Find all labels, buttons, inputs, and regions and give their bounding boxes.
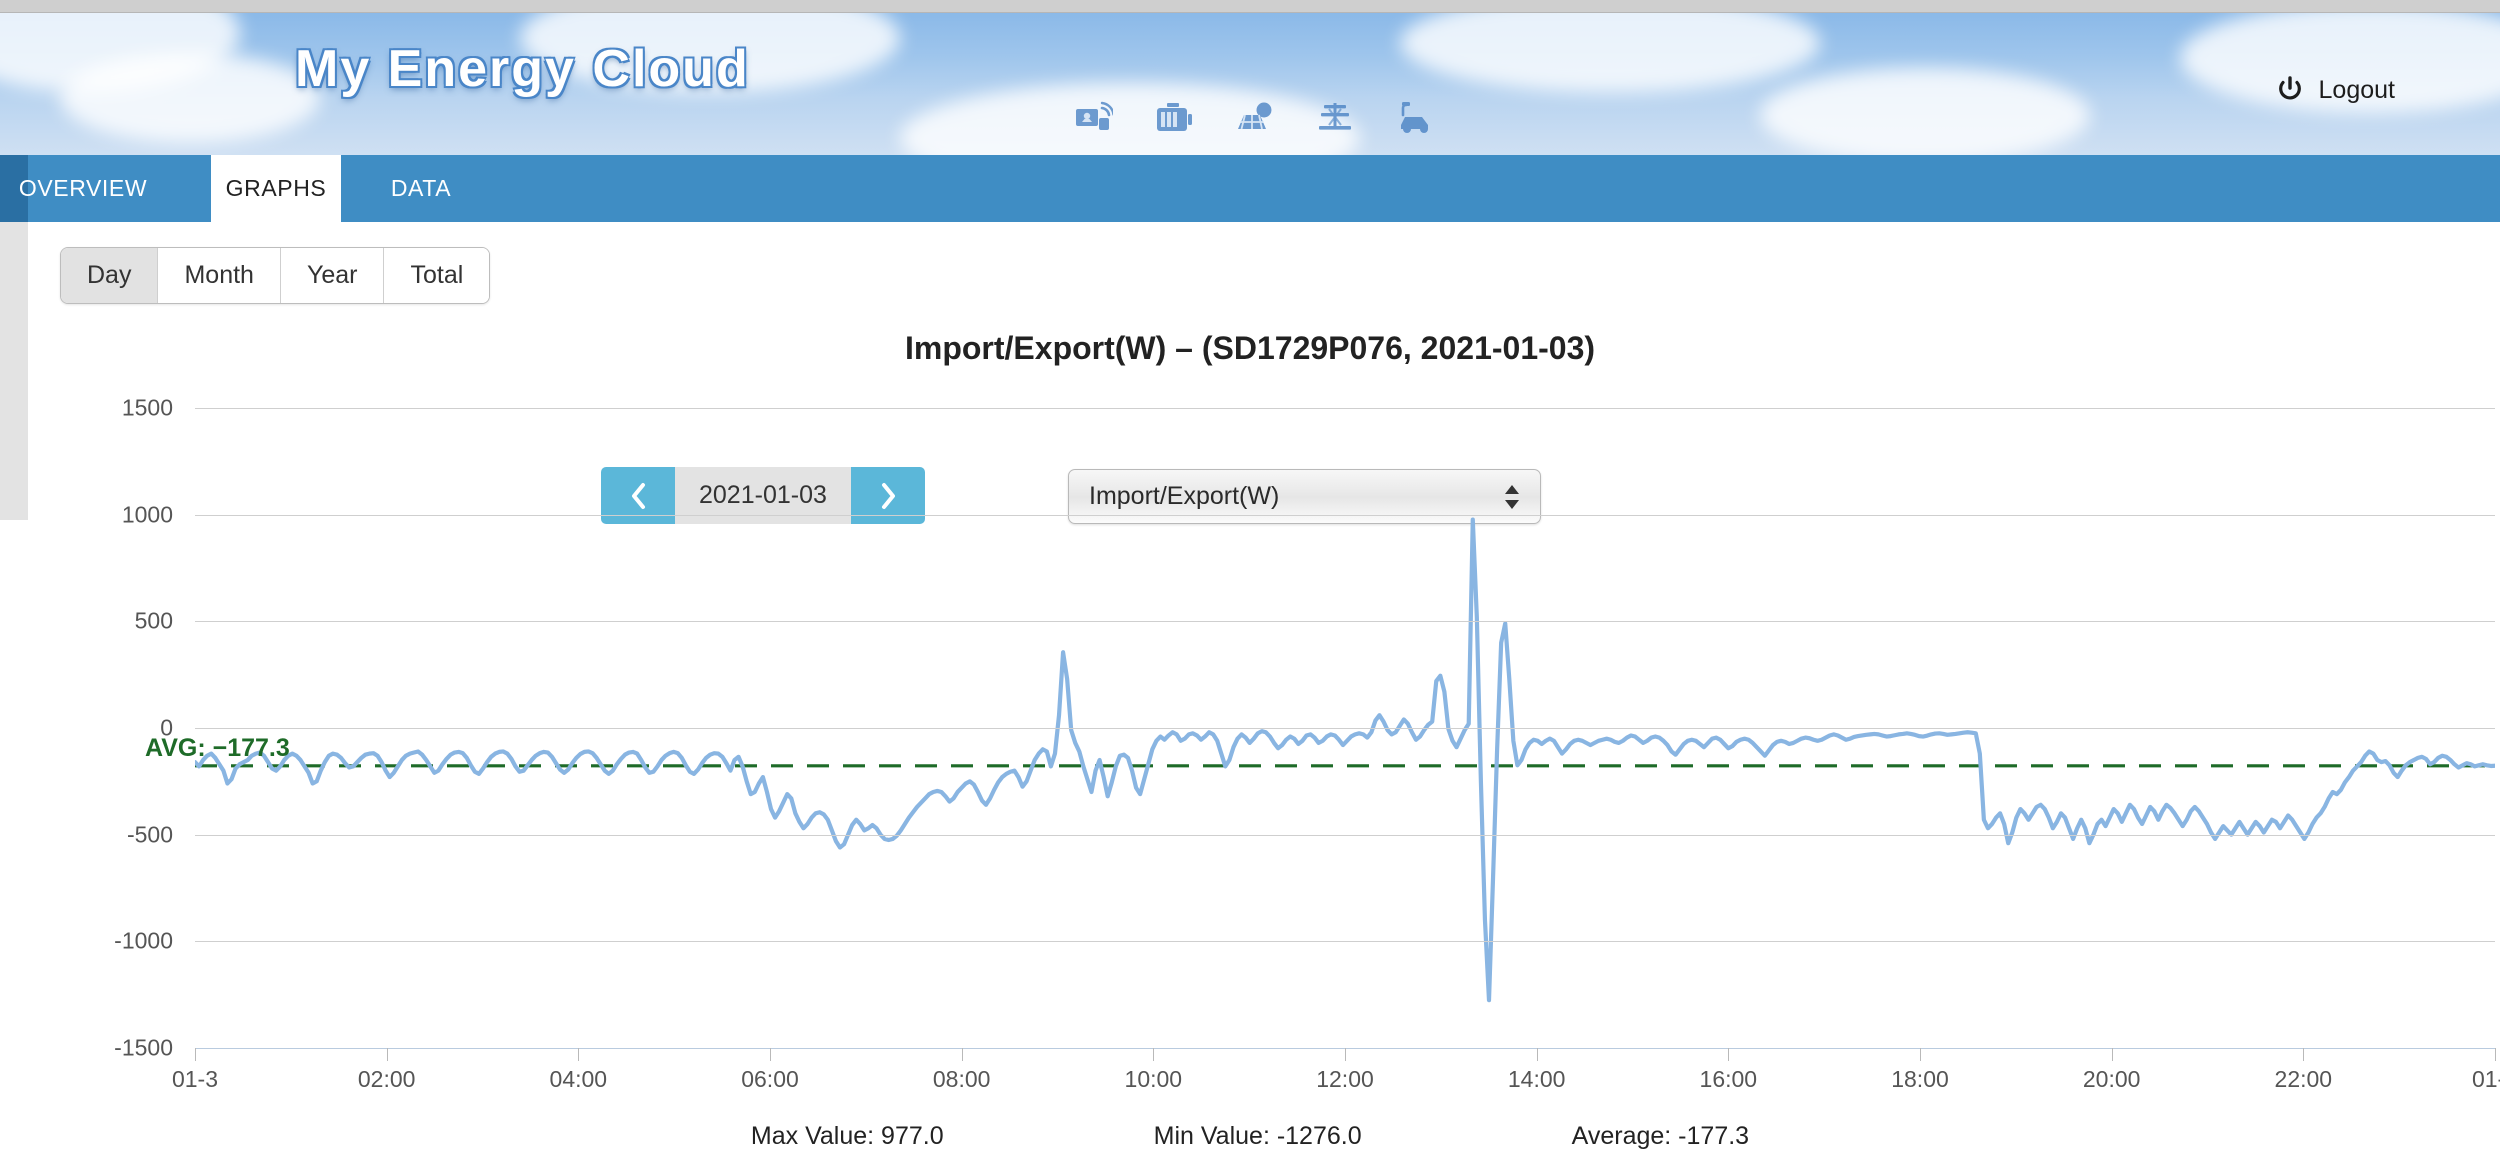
x-axis-tick	[1728, 1048, 1730, 1061]
logout-button[interactable]: Logout	[2275, 75, 2395, 105]
range-button-total-label: Total	[410, 261, 464, 289]
range-button-total[interactable]: Total	[384, 248, 490, 303]
stat-average-value: Average: -177.3	[1571, 1122, 1750, 1150]
y-axis-tick-label: -1000	[114, 927, 173, 954]
cloud-decor	[1760, 68, 2090, 155]
y-axis-tick-label: -1500	[114, 1034, 173, 1061]
x-axis-tick-label: 12:00	[1316, 1066, 1374, 1092]
cloud-decor	[60, 53, 320, 143]
x-axis-tick	[2495, 1048, 2496, 1061]
x-axis-tick-label: 02:00	[357, 1066, 416, 1092]
cloud-decor	[1400, 13, 1820, 93]
controls-bar: Day Month Year Total 2021-01-03 Import/E…	[0, 222, 2500, 524]
range-button-day-label: Day	[87, 261, 132, 289]
solar-panel-house-icon[interactable]	[1235, 101, 1275, 135]
x-axis-tick	[195, 1048, 196, 1061]
logout-label: Logout	[2318, 75, 2395, 104]
x-axis-tick-label: 06:00	[741, 1066, 799, 1092]
x-axis-tick-label: 01-3	[171, 1066, 219, 1092]
x-axis-tick-label: 20:00	[2082, 1066, 2141, 1092]
x-axis-tick	[2303, 1048, 2305, 1061]
chart-plot-area: 1500 1000 500 0 -500 -1000 -1500 01-3 02:00 04:0…	[114, 395, 2500, 1093]
range-button-year[interactable]: Year	[280, 248, 385, 303]
x-axis-tick	[770, 1048, 771, 1061]
chart-title: Import/Export(W) – (SD1729P076, 2021-01-…	[904, 330, 1596, 366]
app-brand-title: My Energy Cloud	[295, 40, 750, 98]
gridline	[195, 834, 2495, 836]
smart-meter-icon[interactable]	[1075, 101, 1113, 135]
os-top-strip	[0, 0, 2500, 13]
power-tower-icon[interactable]	[1317, 101, 1353, 135]
stat-max-value: Max Value: 977.0	[750, 1122, 944, 1150]
x-axis-tick	[961, 1048, 963, 1061]
x-axis-tick	[386, 1048, 388, 1061]
x-axis-tick	[1153, 1048, 1155, 1061]
chart-average-label: AVG: −177.3	[145, 733, 290, 762]
x-axis-tick	[1920, 1048, 1921, 1061]
x-axis-tick-label: 10:00	[1124, 1066, 1183, 1092]
gridline	[195, 728, 2495, 729]
x-axis-tick	[1345, 1048, 1346, 1061]
y-axis-tick-label: 1500	[121, 394, 173, 421]
gridline	[195, 941, 2495, 943]
stat-min-value: Min Value: -1276.0	[1153, 1122, 1362, 1150]
gridline	[195, 408, 2495, 409]
chart-stats-row: Max Value: 977.0 Min Value: -1276.0 Aver…	[0, 1122, 2500, 1151]
x-axis-tick-label: 14:00	[1507, 1066, 1566, 1092]
range-button-group: Day Month Year Total	[60, 247, 491, 304]
x-axis-tick-label: 16:00	[1699, 1066, 1758, 1092]
y-axis-tick-label: -500	[126, 821, 173, 848]
x-axis-tick	[2111, 1048, 2113, 1061]
y-axis-tick-label: 1000	[121, 501, 173, 528]
main-tab-bar: OVERVIEW GRAPHS DATA	[0, 155, 2500, 222]
range-button-year-label: Year	[306, 261, 358, 289]
x-axis-tick	[1536, 1048, 1538, 1061]
x-axis-tick-label: 22:00	[2274, 1066, 2333, 1092]
tab-data[interactable]: DATA	[381, 155, 461, 222]
battery-icon[interactable]	[1155, 101, 1193, 135]
header-icon-row	[1075, 101, 1435, 135]
tab-overview[interactable]: OVERVIEW	[19, 155, 147, 222]
x-axis-tick-label: 01-4	[2471, 1066, 2500, 1092]
x-axis-tick	[578, 1048, 580, 1061]
tab-data-label: DATA	[390, 175, 452, 201]
tab-graphs[interactable]: GRAPHS	[211, 155, 341, 222]
range-button-month-label: Month	[184, 261, 254, 289]
tab-overview-label: OVERVIEW	[18, 175, 148, 201]
gridline	[195, 514, 2495, 516]
tab-graphs-label: GRAPHS	[225, 175, 327, 201]
x-axis-tick-label: 18:00	[1891, 1066, 1949, 1092]
y-axis-tick-label: 500	[134, 607, 173, 634]
range-button-day[interactable]: Day	[61, 248, 159, 303]
range-button-month[interactable]: Month	[158, 248, 281, 303]
x-axis-tick-label: 04:00	[549, 1066, 608, 1092]
app-banner: My Energy Cloud Logout	[0, 13, 2500, 155]
x-axis-tick-label: 08:00	[932, 1066, 991, 1092]
chart-series-line	[195, 517, 2495, 1003]
ev-charging-car-icon[interactable]	[1395, 101, 1435, 135]
gridline	[195, 621, 2495, 623]
power-icon	[2275, 75, 2305, 105]
